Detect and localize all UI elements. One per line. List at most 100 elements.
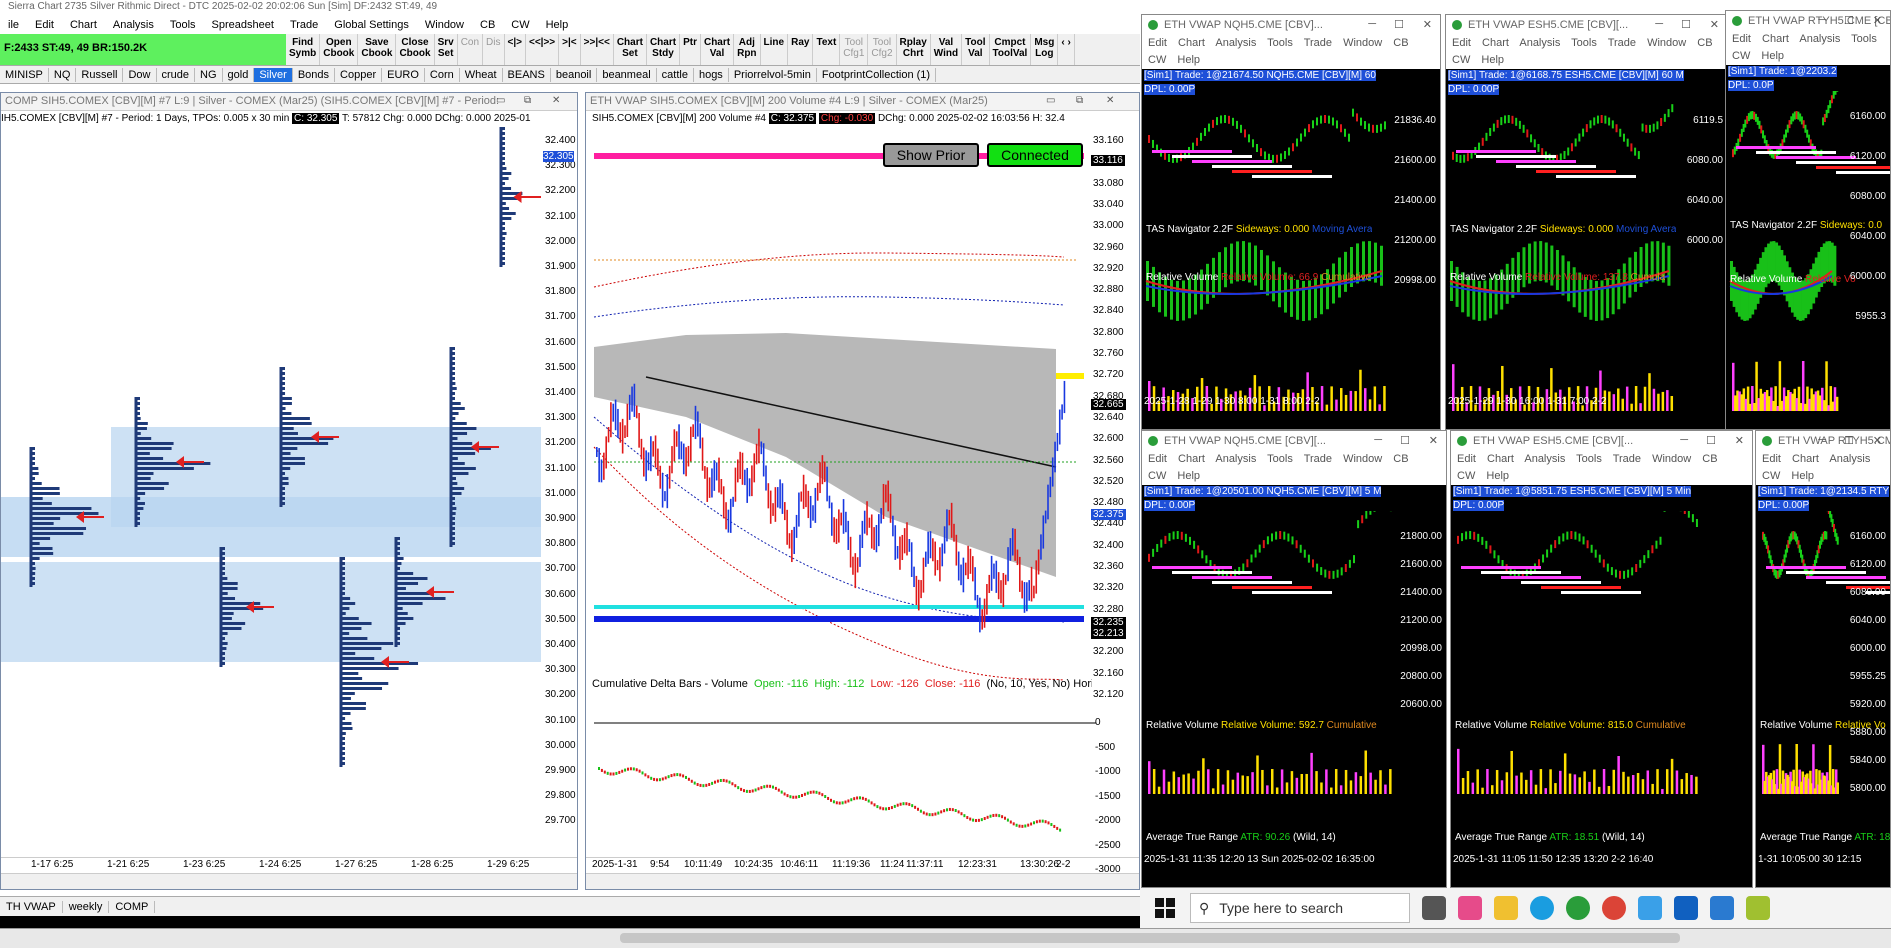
symbol-tab-4[interactable]: crude <box>157 67 196 82</box>
toolbar-button-3[interactable]: Close Cbook <box>396 34 435 65</box>
minimize-icon[interactable]: ─ <box>1680 434 1688 446</box>
menu-item-7[interactable]: Global Settings <box>326 19 417 31</box>
right-chart-canvas[interactable] <box>1726 91 1891 430</box>
toolbar-button-1[interactable]: Open Cbook <box>320 34 359 65</box>
right-chart-window-5[interactable]: ETH VWAP RTYH5.CME Edit Chart Analysis CW … <box>1755 430 1891 888</box>
symbol-tab-16[interactable]: cattle <box>657 67 694 82</box>
toolbar-button-12[interactable]: Chart Stdy <box>647 34 681 65</box>
toolbar-button-17[interactable]: Ray <box>788 34 814 65</box>
menu-item-10[interactable]: CW <box>503 19 537 31</box>
symbol-tab-10[interactable]: EURO <box>382 67 425 82</box>
restore-icon[interactable]: ⧉ <box>524 95 531 106</box>
minimize-icon[interactable]: ▭ <box>1046 95 1055 106</box>
right-chart-window-1[interactable]: ETH VWAP ESH5.CME [CBV][... Edit Chart An… <box>1445 14 1728 430</box>
globe-icon[interactable] <box>1566 896 1590 920</box>
right-chart-window-4[interactable]: ETH VWAP ESH5.CME [CBV][... Edit Chart An… <box>1450 430 1753 888</box>
symbol-tab-12[interactable]: Wheat <box>460 67 503 82</box>
symbol-tab-15[interactable]: beanmeal <box>597 67 657 82</box>
toolbar-button-11[interactable]: Chart Set <box>614 34 647 65</box>
chartbook-tab-2[interactable]: COMP <box>109 900 156 913</box>
minimize-icon[interactable]: ▭ <box>496 95 505 106</box>
file-explorer-icon[interactable] <box>1494 896 1518 920</box>
close-icon[interactable]: ✕ <box>1423 18 1432 31</box>
menu-item-5[interactable]: Spreadsheet <box>204 19 282 31</box>
symbol-tab-2[interactable]: Russell <box>76 67 124 82</box>
restore-icon[interactable]: ☐ <box>1706 434 1716 447</box>
right-chart-menu-2[interactable]: CW Help <box>1142 52 1440 69</box>
chrome-icon[interactable] <box>1602 896 1626 920</box>
minimize-icon[interactable]: ─ <box>1374 434 1382 446</box>
right-chart-menu[interactable]: Edit Chart Analysis Tools Trade Window C… <box>1451 451 1752 468</box>
minimize-icon[interactable]: ─ <box>1655 18 1663 30</box>
right-chart-menu[interactable]: Edit Chart Analysis Tools Trade Window C… <box>1142 35 1440 52</box>
menu-item-2[interactable]: Chart <box>62 19 105 31</box>
app-icon-2[interactable] <box>1746 896 1770 920</box>
symbol-tab-14[interactable]: beanoil <box>551 67 598 82</box>
lightning-icon[interactable] <box>1638 896 1662 920</box>
toolbar-button-22[interactable]: Val Wind <box>931 34 963 65</box>
close-icon[interactable]: ✕ <box>1735 434 1744 447</box>
symbol-tab-6[interactable]: gold <box>223 67 255 82</box>
menu-item-8[interactable]: Window <box>417 19 472 31</box>
toolbar-button-8[interactable]: <<|>> <box>526 34 560 65</box>
toolbar-button-2[interactable]: Save Cbook <box>358 34 397 65</box>
symbol-tab-1[interactable]: NQ <box>49 67 77 82</box>
tpo-scrollbar[interactable] <box>1 873 577 889</box>
right-chart-menu[interactable]: Edit Chart Analysis Tools Trade Window C… <box>1142 451 1446 468</box>
sierra-chart-icon[interactable] <box>1674 896 1698 920</box>
toolbar-button-13[interactable]: Ptr <box>680 34 701 65</box>
toolbar-button-23[interactable]: Tool Val <box>962 34 990 65</box>
restore-icon[interactable]: ☐ <box>1681 18 1691 31</box>
toolbar-button-25[interactable]: Msg Log <box>1031 34 1059 65</box>
symbol-tab-7[interactable]: Silver <box>254 67 293 82</box>
symbol-tab-13[interactable]: BEANS <box>503 67 551 82</box>
toolbar-button-21[interactable]: Rplay Chrt <box>897 34 931 65</box>
taskbar-search[interactable]: ⚲ Type here to search <box>1190 893 1410 923</box>
restore-icon[interactable]: ☐ <box>1400 434 1410 447</box>
menu-item-0[interactable]: ile <box>0 19 27 31</box>
right-chart-menu-2[interactable]: CW Help <box>1451 468 1752 485</box>
right-chart-window-2[interactable]: ETH VWAP RTYH5.CME [CBV][...Edit Chart A… <box>1725 10 1891 430</box>
toolbar-button-10[interactable]: >>|<< <box>581 34 614 65</box>
symbol-tab-0[interactable]: MINISP <box>0 67 49 82</box>
connected-button[interactable]: Connected <box>987 143 1083 167</box>
tpo-chart-window[interactable]: COMP SIH5.COMEX [CBV][M] #7 L:9 | Silver… <box>0 92 578 890</box>
toolbar-button-14[interactable]: Chart Val <box>701 34 735 65</box>
toolbar-button-15[interactable]: Adj Rpn <box>734 34 761 65</box>
restore-icon[interactable]: ☐ <box>1844 14 1854 27</box>
symbol-tab-3[interactable]: Dow <box>123 67 157 82</box>
symbol-tab-19[interactable]: FootprintCollection (1) <box>817 67 937 82</box>
close-icon[interactable]: ✕ <box>1106 95 1114 106</box>
toolbar-button-19[interactable]: Tool Cfg1 <box>840 34 869 65</box>
toolbar-button-20[interactable]: Tool Cfg2 <box>868 34 897 65</box>
toolbar-button-5[interactable]: Con <box>458 34 484 65</box>
close-icon[interactable]: ✕ <box>1873 14 1882 27</box>
menu-item-11[interactable]: Help <box>538 19 577 31</box>
vwap-chart-window[interactable]: ETH VWAP SIH5.COMEX [CBV][M] 200 Volume … <box>585 92 1140 890</box>
symbol-tab-17[interactable]: hogs <box>694 67 729 82</box>
right-chart-menu[interactable]: Edit Chart Analysis <box>1756 451 1890 468</box>
copilot-icon[interactable] <box>1458 896 1482 920</box>
vwap-scrollbar[interactable] <box>586 873 1139 889</box>
horizontal-scrollbar[interactable] <box>0 928 1891 948</box>
toolbar-button-16[interactable]: Line <box>761 34 789 65</box>
symbol-tab-5[interactable]: NG <box>195 67 223 82</box>
symbol-tab-18[interactable]: Priorrelvol-5min <box>729 67 817 82</box>
right-chart-window-0[interactable]: ETH VWAP NQH5.CME [CBV]... Edit Chart Ana… <box>1141 14 1441 430</box>
right-chart-menu[interactable]: Edit Chart Analysis Tools <box>1726 31 1890 48</box>
toolbar-button-18[interactable]: Text <box>813 34 841 65</box>
restore-icon[interactable]: ☐ <box>1844 434 1854 447</box>
task-view-icon[interactable] <box>1422 896 1446 920</box>
right-chart-menu[interactable]: Edit Chart Analysis Tools Trade Window C… <box>1446 35 1727 52</box>
symbol-tab-8[interactable]: Bonds <box>293 67 336 82</box>
skype-icon[interactable] <box>1530 896 1554 920</box>
right-chart-canvas[interactable] <box>1446 95 1728 430</box>
right-chart-menu-2[interactable]: CW Help <box>1756 468 1890 485</box>
symbol-tab-9[interactable]: Copper <box>335 67 383 82</box>
menu-item-9[interactable]: CB <box>472 19 503 31</box>
close-icon[interactable]: ✕ <box>1429 434 1438 447</box>
close-icon[interactable]: ✕ <box>552 95 560 106</box>
right-chart-window-3[interactable]: ETH VWAP NQH5.CME [CBV][... Edit Chart An… <box>1141 430 1447 888</box>
show-prior-button[interactable]: Show Prior <box>883 143 979 167</box>
minimize-icon[interactable]: ─ <box>1818 14 1826 26</box>
